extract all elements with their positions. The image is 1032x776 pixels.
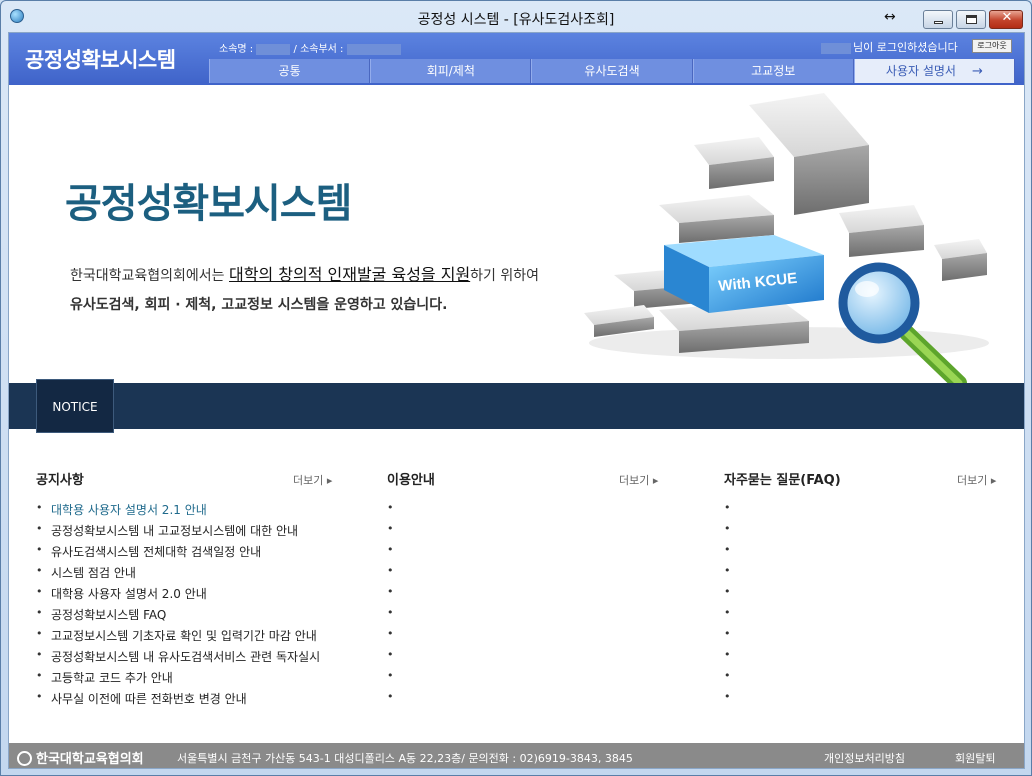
site-header: 공정성확보시스템 소속명 : / 소속부서 : 님이 로그인하셨습니다 로그아웃…: [9, 33, 1024, 85]
footer-logo: 한국대학교육협의회: [17, 748, 144, 767]
tab-similarity-label: 유사도검색: [584, 64, 640, 78]
minimize-button[interactable]: [923, 10, 953, 29]
maximize-button[interactable]: [956, 10, 986, 29]
hero-description-line1: 한국대학교육협의회에서는 대학의 창의적 인재발굴 육성을 지원하기 위하여: [70, 261, 539, 285]
block-stack: [584, 93, 987, 353]
faq-more-link[interactable]: 더보기 ▸: [957, 472, 996, 488]
list-item: [387, 564, 402, 585]
list-item: [387, 606, 402, 627]
brand-logo[interactable]: 공정성확보시스템: [25, 44, 176, 74]
list-item: [387, 543, 402, 564]
logout-button[interactable]: 로그아웃: [972, 39, 1012, 53]
tab-highschool-info[interactable]: 고교정보: [692, 59, 854, 83]
tab-user-manual[interactable]: 사용자 설명서 →: [853, 59, 1016, 83]
kcue-blue-block: With KCUE: [664, 235, 824, 313]
faq-list: [724, 501, 739, 711]
close-icon: ✕: [1001, 10, 1013, 25]
kcue-logo-icon: [17, 751, 32, 766]
hero-line1-pre: 한국대학교육협의회에서는: [70, 268, 230, 284]
list-item: [724, 543, 739, 564]
hero-illustration: With KCUE: [584, 93, 989, 383]
guide-list: [387, 501, 402, 711]
list-item: [724, 522, 739, 543]
list-item: [724, 564, 739, 585]
login-status: 님이 로그인하셨습니다: [821, 39, 958, 55]
list-item[interactable]: 공정성확보시스템 내 유사도검색서비스 관련 독자실시: [36, 648, 320, 669]
list-item[interactable]: 공정성확보시스템 내 고교정보시스템에 대한 안내: [36, 522, 320, 543]
withdraw-link[interactable]: 회원탈퇴: [955, 750, 995, 766]
hero-description-line2: 유사도검색, 회피 · 제척, 고교정보 시스템을 운영하고 있습니다.: [70, 297, 448, 313]
list-item: [724, 585, 739, 606]
list-item: [724, 648, 739, 669]
guide-title: 이용안내: [387, 473, 435, 488]
resize-icon[interactable]: ↔: [884, 9, 896, 25]
hero-banner: 공정성확보시스템 한국대학교육협의회에서는 대학의 창의적 인재발굴 육성을 지…: [9, 85, 1024, 383]
list-item: [724, 627, 739, 648]
list-item: [724, 501, 739, 522]
privacy-policy-link[interactable]: 개인정보처리방침: [824, 750, 905, 766]
faq-title: 자주묻는 질문(FAQ): [724, 473, 841, 488]
tab-common[interactable]: 공통: [209, 59, 371, 83]
masked-affiliation: [256, 43, 291, 55]
list-item: [387, 627, 402, 648]
tab-similarity-search[interactable]: 유사도검색: [531, 59, 693, 83]
list-item: [387, 690, 402, 711]
list-item[interactable]: 고교정보시스템 기초자료 확인 및 입력기간 마감 안내: [36, 627, 320, 648]
list-item[interactable]: 유사도검색시스템 전체대학 검색일정 안내: [36, 543, 320, 564]
tab-common-label: 공통: [278, 64, 301, 78]
maximize-icon: [966, 15, 977, 24]
list-item[interactable]: 공정성확보시스템 FAQ: [36, 606, 320, 627]
list-item[interactable]: 사무실 이전에 따른 전화번호 변경 안내: [36, 690, 320, 711]
close-button[interactable]: ✕: [989, 10, 1023, 29]
footer-address: 서울특별시 금천구 가산동 543-1 대성디폴리스 A동 22,23층/ 문의…: [177, 752, 633, 765]
department-label: / 소속부서 :: [293, 44, 344, 55]
tab-avoidance-label: 회피/제척: [426, 64, 475, 78]
list-item: [724, 669, 739, 690]
list-item: [724, 690, 739, 711]
minimize-icon: [934, 21, 943, 24]
list-item: [387, 501, 402, 522]
notice-band: NOTICE: [9, 379, 1024, 433]
list-item[interactable]: 고등학교 코드 추가 안내: [36, 669, 320, 690]
list-item: [387, 669, 402, 690]
list-item: [724, 606, 739, 627]
title-bar[interactable]: 공정성 시스템 - [유사도검사조회] ↔ ✕: [1, 1, 1031, 32]
login-message: 님이 로그인하셨습니다: [853, 41, 958, 54]
tab-avoidance[interactable]: 회피/제척: [370, 59, 532, 83]
masked-department: [346, 43, 401, 55]
main-nav: 공통 회피/제척 유사도검색 고교정보 사용자 설명서 →: [209, 59, 1016, 83]
list-item[interactable]: 시스템 점검 안내: [36, 564, 320, 585]
hero-title: 공정성확보시스템: [65, 181, 352, 227]
tab-highschool-label: 고교정보: [751, 64, 796, 78]
magnifier-icon: [838, 262, 967, 383]
footer-logo-text: 한국대학교육협의회: [36, 752, 144, 767]
affiliation-label: 소속명 :: [219, 44, 254, 55]
app-content: 공정성확보시스템 소속명 : / 소속부서 : 님이 로그인하셨습니다 로그아웃…: [8, 32, 1025, 769]
arrow-right-icon: →: [971, 64, 983, 79]
notices-more-link[interactable]: 더보기 ▸: [293, 472, 332, 488]
list-item[interactable]: 대학용 사용자 설명서 2.1 안내: [36, 501, 320, 522]
notice-tab[interactable]: NOTICE: [36, 379, 114, 433]
guide-more-link[interactable]: 더보기 ▸: [619, 472, 658, 488]
list-item: [387, 522, 402, 543]
affiliation-info: 소속명 : / 소속부서 :: [219, 40, 401, 55]
masked-username: [821, 42, 851, 54]
list-item[interactable]: 대학용 사용자 설명서 2.0 안내: [36, 585, 320, 606]
notices-list: 대학용 사용자 설명서 2.1 안내 공정성확보시스템 내 고교정보시스템에 대…: [36, 501, 320, 711]
notices-title: 공지사항: [36, 473, 84, 488]
list-item: [387, 585, 402, 606]
hero-line1-post: 하기 위하여: [470, 268, 540, 284]
hero-line1-emphasis: 대학의 창의적 인재발굴 육성을 지원: [229, 265, 471, 284]
list-item: [387, 648, 402, 669]
site-footer: 한국대학교육협의회 서울특별시 금천구 가산동 543-1 대성디폴리스 A동 …: [9, 743, 1024, 768]
app-window: 공정성 시스템 - [유사도검사조회] ↔ ✕ 공정성확보시스템 소속명 : /…: [0, 0, 1032, 776]
window-title: 공정성 시스템 - [유사도검사조회]: [417, 12, 615, 28]
tab-manual-label: 사용자 설명서: [885, 64, 956, 78]
